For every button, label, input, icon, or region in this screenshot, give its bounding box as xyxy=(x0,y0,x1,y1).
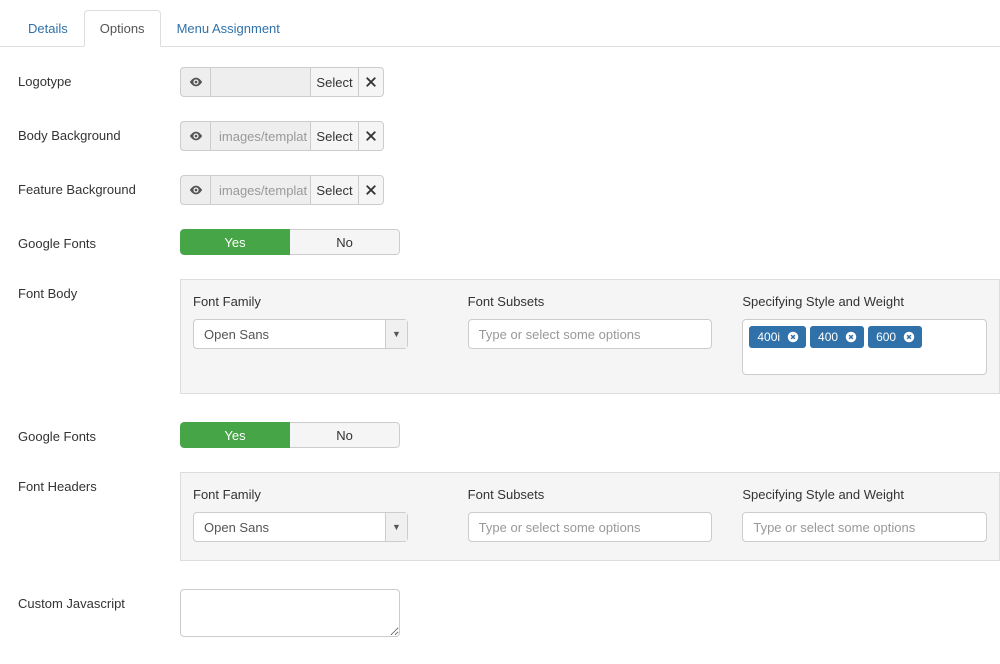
label-font-family: Font Family xyxy=(193,294,438,309)
tab-options-link[interactable]: Options xyxy=(84,10,161,47)
label-style-weight: Specifying Style and Weight xyxy=(742,294,987,309)
label-font-headers: Font Headers xyxy=(0,472,180,494)
font-body-family-select[interactable]: Open Sans ▼ xyxy=(193,319,408,349)
chevron-down-icon: ▼ xyxy=(385,513,407,541)
label-font-body: Font Body xyxy=(0,279,180,301)
close-icon[interactable] xyxy=(902,330,916,344)
media-picker-logotype: Select xyxy=(180,67,384,97)
media-picker-feature-background: images/templat Select xyxy=(180,175,384,205)
tab-details-link[interactable]: Details xyxy=(12,10,84,47)
no-button[interactable]: No xyxy=(290,422,400,448)
media-path-logotype xyxy=(210,67,310,97)
label-font-subsets: Font Subsets xyxy=(468,294,713,309)
media-path-feature-background: images/templat xyxy=(210,175,310,205)
font-body-panel: Font Family Open Sans ▼ Font Subsets Typ… xyxy=(180,279,1000,394)
close-icon[interactable] xyxy=(844,330,858,344)
font-headers-subsets-input[interactable]: Type or select some options xyxy=(468,512,713,542)
label-custom-javascript: Custom Javascript xyxy=(0,589,180,611)
google-fonts-body-toggle: Yes No xyxy=(180,229,400,255)
font-headers-family-value: Open Sans xyxy=(194,520,385,535)
label-logotype: Logotype xyxy=(0,67,180,89)
chevron-down-icon: ▼ xyxy=(385,320,407,348)
font-body-style-tags[interactable]: 400i 400 600 xyxy=(742,319,987,375)
media-select-button[interactable]: Select xyxy=(310,121,358,151)
label-font-subsets: Font Subsets xyxy=(468,487,713,502)
eye-icon[interactable] xyxy=(180,67,210,97)
tab-menu-assignment: Menu Assignment xyxy=(161,10,296,47)
font-headers-panel: Font Family Open Sans ▼ Font Subsets Typ… xyxy=(180,472,1000,561)
label-body-background: Body Background xyxy=(0,121,180,143)
label-google-fonts-headers: Google Fonts xyxy=(0,422,180,444)
font-headers-style-input[interactable]: Type or select some options xyxy=(742,512,987,542)
font-body-family-value: Open Sans xyxy=(194,327,385,342)
label-feature-background: Feature Background xyxy=(0,175,180,197)
close-icon[interactable] xyxy=(358,175,384,205)
no-button[interactable]: No xyxy=(290,229,400,255)
tab-details: Details xyxy=(12,10,84,47)
close-icon[interactable] xyxy=(358,67,384,97)
google-fonts-headers-toggle: Yes No xyxy=(180,422,400,448)
tab-menu-assignment-link[interactable]: Menu Assignment xyxy=(161,10,296,47)
yes-button[interactable]: Yes xyxy=(180,422,290,448)
media-path-body-background: images/templat xyxy=(210,121,310,151)
font-body-subsets-input[interactable]: Type or select some options xyxy=(468,319,713,349)
label-style-weight: Specifying Style and Weight xyxy=(742,487,987,502)
font-headers-family-select[interactable]: Open Sans ▼ xyxy=(193,512,408,542)
close-icon[interactable] xyxy=(358,121,384,151)
tag-label: 400 xyxy=(818,330,838,344)
media-picker-body-background: images/templat Select xyxy=(180,121,384,151)
label-google-fonts-body: Google Fonts xyxy=(0,229,180,251)
tab-options: Options xyxy=(84,10,161,47)
nav-tabs: Details Options Menu Assignment xyxy=(0,10,1000,47)
tag-label: 400i xyxy=(757,330,780,344)
tag-600[interactable]: 600 xyxy=(868,326,922,348)
eye-icon[interactable] xyxy=(180,121,210,151)
tag-400i[interactable]: 400i xyxy=(749,326,806,348)
custom-javascript-textarea[interactable] xyxy=(180,589,400,637)
yes-button[interactable]: Yes xyxy=(180,229,290,255)
media-select-button[interactable]: Select xyxy=(310,67,358,97)
label-font-family: Font Family xyxy=(193,487,438,502)
tag-400[interactable]: 400 xyxy=(810,326,864,348)
tag-label: 600 xyxy=(876,330,896,344)
close-icon[interactable] xyxy=(786,330,800,344)
media-select-button[interactable]: Select xyxy=(310,175,358,205)
eye-icon[interactable] xyxy=(180,175,210,205)
